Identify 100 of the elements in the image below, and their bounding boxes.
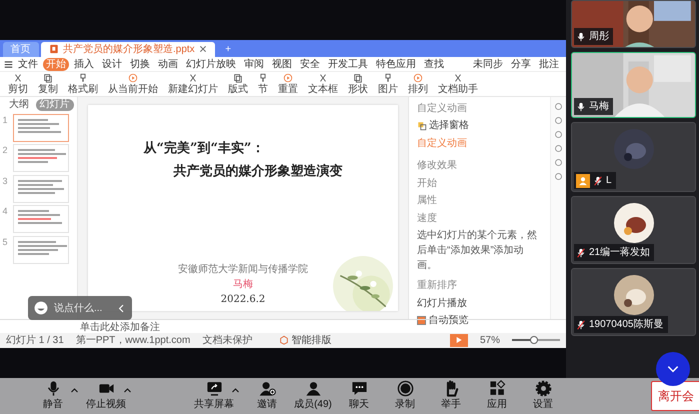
reorder-label: 重新排序 xyxy=(417,278,457,294)
tool-icon xyxy=(233,72,243,83)
menu-tab[interactable]: 插入 xyxy=(71,58,97,71)
close-icon[interactable] xyxy=(198,45,207,54)
toolbar-link[interactable]: 批注 xyxy=(536,58,562,71)
slide-number: 3 xyxy=(2,174,9,188)
tool-icon xyxy=(258,72,268,83)
toolbar-button[interactable]: 复制 xyxy=(38,72,58,95)
toolbar-button[interactable]: 从当前开始 xyxy=(108,72,158,95)
slideshow-button[interactable]: 幻灯片播放 xyxy=(417,296,542,311)
toolbar-button[interactable]: 应用 xyxy=(474,380,520,412)
toolbar-button[interactable]: 成员(49) xyxy=(290,380,336,412)
play-button[interactable] xyxy=(450,334,468,347)
slide-number: 1 xyxy=(2,114,9,127)
slide-title: 共产党员的媒介形象塑造演变 xyxy=(174,162,342,182)
tool-icon xyxy=(413,72,423,83)
field-label: 开始 xyxy=(417,176,438,191)
slide-number: 4 xyxy=(2,205,9,218)
toolbar-button[interactable]: 文档助手 xyxy=(438,72,478,95)
menu-tab[interactable]: 查找 xyxy=(421,58,447,71)
toolbar-button[interactable]: 新建幻灯片 xyxy=(168,72,218,95)
protection-status: 文档未保护 xyxy=(202,334,252,348)
toolbar-button[interactable]: 重置 xyxy=(278,72,298,95)
caret-up-icon[interactable] xyxy=(231,386,240,394)
select-pane-button[interactable]: 选择窗格 xyxy=(417,118,542,134)
caret-up-icon[interactable] xyxy=(123,386,132,394)
tool-icon xyxy=(318,72,328,83)
toolbar-button[interactable]: 形状 xyxy=(348,72,368,95)
chat-input[interactable]: 说点什么... xyxy=(28,296,132,320)
participant-name: 周彤 xyxy=(589,30,609,44)
presentation-file-icon xyxy=(49,44,59,54)
people-icon xyxy=(304,380,322,397)
panel-tab[interactable]: 大纲 xyxy=(5,99,33,112)
slide-subtitle: 安徽师范大学新闻与传播学院 xyxy=(178,262,308,277)
slide-counter: 幻灯片 1 / 31 xyxy=(6,334,64,348)
chevron-left-icon[interactable] xyxy=(117,304,126,312)
toolbar-button[interactable]: 版式 xyxy=(228,72,248,95)
participant-name: 19070405陈斯曼 xyxy=(589,318,664,332)
pane-title: 自定义动画 xyxy=(417,102,468,116)
leave-button[interactable]: 离开会 xyxy=(651,381,699,411)
smart-layout-button[interactable]: 智能排版 xyxy=(279,332,332,348)
toolbar-button[interactable]: 邀请 xyxy=(244,380,290,412)
toolbar-button[interactable]: 图片 xyxy=(378,72,398,95)
add-person-icon xyxy=(258,380,276,397)
tool-icon xyxy=(13,72,23,83)
toolbar-button[interactable]: 静音 xyxy=(30,380,76,412)
box-icon xyxy=(279,335,290,346)
author-name: 马梅 xyxy=(233,278,253,292)
tool-icon xyxy=(128,72,138,83)
menu-tab[interactable]: 文件 xyxy=(15,58,41,71)
slide-number: 5 xyxy=(2,236,9,249)
menu-tab[interactable]: 切换 xyxy=(127,58,153,71)
section-label: 修改效果 xyxy=(417,159,458,174)
menu-tab[interactable]: 开发工具 xyxy=(325,58,371,71)
caret-up-icon[interactable] xyxy=(70,386,79,394)
toolbar-link[interactable]: 分享 xyxy=(508,58,534,71)
toolbar-button[interactable]: 共享屏幕 xyxy=(191,380,237,412)
toolbar-button[interactable]: 停止视频 xyxy=(83,380,129,412)
toolbar-button[interactable]: 排列 xyxy=(408,72,428,95)
tool-icon xyxy=(453,72,463,83)
menu-tab[interactable]: 审阅 xyxy=(241,58,267,71)
toolbar-button[interactable]: 格式刷 xyxy=(68,72,98,95)
layers-icon xyxy=(417,120,427,131)
menu-tab[interactable]: 安全 xyxy=(297,58,323,71)
theme-name: 第一PPT，www.1ppt.com xyxy=(76,334,190,348)
toolbar-button[interactable]: 举手 xyxy=(428,380,474,412)
toolbar-button[interactable]: 聊天 xyxy=(336,380,382,412)
menu-tab[interactable]: 视图 xyxy=(269,58,295,71)
menu-tab[interactable]: 幻灯片放映 xyxy=(183,58,239,71)
participant-name: 马梅 xyxy=(589,100,609,114)
toolbar-link[interactable]: 未同步 xyxy=(470,58,506,71)
tool-icon xyxy=(383,72,393,83)
zoom-slider[interactable] xyxy=(512,339,560,342)
emoji-icon[interactable] xyxy=(34,301,48,315)
menu-tab[interactable]: 动画 xyxy=(155,58,181,71)
slide-thumbnail[interactable] xyxy=(13,114,69,142)
tool-icon xyxy=(188,72,198,83)
participant-name: L xyxy=(606,174,612,188)
field-label: 属性 xyxy=(417,194,438,208)
toolbar-button[interactable]: 设置 xyxy=(520,380,566,412)
slide-title: 从“完美”到“丰实”： xyxy=(144,140,266,158)
new-tab-button[interactable]: + xyxy=(217,42,240,57)
slider-handle[interactable] xyxy=(530,336,538,344)
chat-icon xyxy=(350,380,368,397)
field-label: 速度 xyxy=(417,212,438,226)
record-icon xyxy=(396,380,414,397)
toolbar-button[interactable]: 剪切 xyxy=(8,72,28,95)
apps-icon xyxy=(488,380,506,397)
zoom-value: 57% xyxy=(480,334,500,348)
toolbar-button[interactable]: 节 xyxy=(258,72,268,95)
tool-icon xyxy=(283,72,293,83)
menu-tab[interactable]: 设计 xyxy=(99,58,125,71)
tool-icon xyxy=(43,72,53,83)
document-tab[interactable]: 共产党员的媒介形象塑造.pptx xyxy=(41,42,215,57)
toolbar-button[interactable]: 录制 xyxy=(382,380,428,412)
menu-icon[interactable] xyxy=(4,60,13,69)
tool-icon xyxy=(78,72,88,83)
menu-tab[interactable]: 特色应用 xyxy=(373,58,419,71)
toolbar-button[interactable]: 文本框 xyxy=(308,72,338,95)
play-icon xyxy=(454,336,463,344)
